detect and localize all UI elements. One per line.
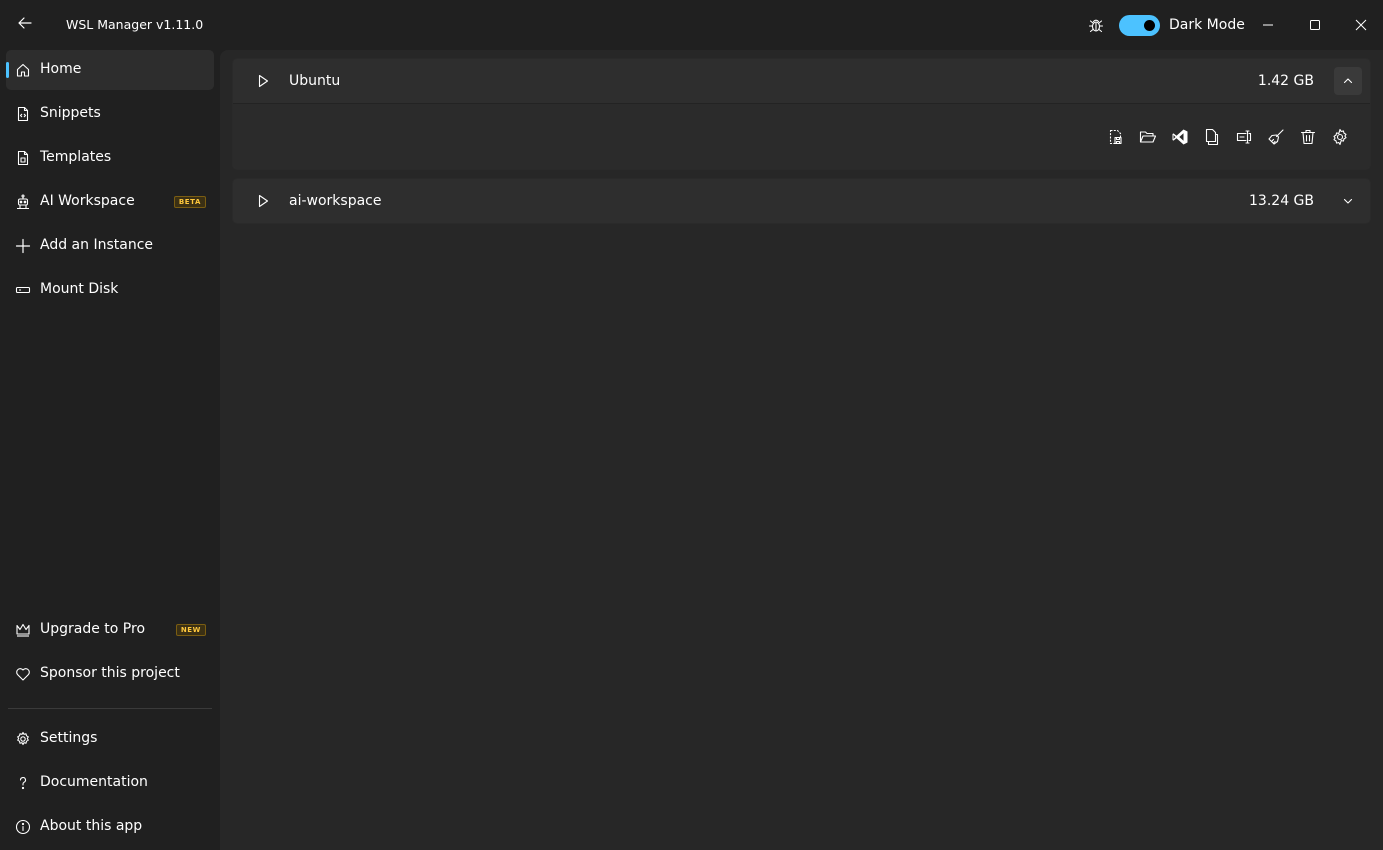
start-instance-button[interactable]: [255, 73, 271, 89]
nav-label: Snippets: [40, 105, 101, 121]
nav-label: Home: [40, 61, 82, 77]
expand-button[interactable]: [1334, 187, 1362, 215]
nav-label: Settings: [40, 730, 98, 746]
cleanup-icon: [1268, 129, 1284, 145]
minimize-icon: [1263, 24, 1273, 26]
nav-label: Mount Disk: [40, 281, 119, 297]
cleanup-button[interactable]: [1266, 127, 1286, 147]
toggle-knob: [1144, 20, 1155, 31]
app-title: WSL Manager v1.11.0: [66, 17, 204, 32]
close-icon: [1355, 19, 1367, 31]
wsl-manager-window: WSL Manager v1.11.0 Dark Mode Home Snipp…: [0, 0, 1383, 850]
nav-item-home[interactable]: Home: [6, 50, 214, 90]
instance-name: ai-workspace: [289, 193, 382, 209]
arrow-left-icon: [18, 17, 32, 29]
new-badge: NEW: [175, 624, 206, 636]
open-folder-icon: [1139, 131, 1157, 143]
instance-header[interactable]: Ubuntu 1.42 GB: [233, 59, 1370, 103]
robot-icon: [15, 194, 31, 210]
disk-icon: [15, 282, 31, 298]
nav-label: Templates: [40, 149, 112, 165]
settings-icon: [1333, 128, 1347, 146]
start-instance-button[interactable]: [255, 193, 271, 209]
heart-icon: [15, 666, 31, 682]
nav-item-ai-workspace[interactable]: AI Workspace BETA: [6, 182, 214, 222]
template-icon: [15, 150, 31, 166]
nav-label: Documentation: [40, 774, 148, 790]
instance-actions: [1106, 127, 1350, 147]
vscode-icon: [1172, 129, 1188, 145]
play-icon: [258, 74, 269, 88]
back-button[interactable]: [8, 8, 42, 38]
nav-item-upgrade[interactable]: Upgrade to Pro NEW: [6, 610, 214, 650]
instance-size: 1.42 GB: [1257, 73, 1314, 89]
gear-icon: [15, 731, 31, 747]
export-icon: [1109, 129, 1122, 145]
instance-header[interactable]: ai-workspace 13.24 GB: [233, 179, 1370, 223]
instance-card-ai-workspace: ai-workspace 13.24 GB: [232, 178, 1371, 224]
export-button[interactable]: [1106, 127, 1126, 147]
nav-item-snippets[interactable]: Snippets: [6, 94, 214, 134]
sidebar: Home Snippets Templates AI Workspace BET…: [0, 50, 220, 850]
minimize-button[interactable]: [1245, 0, 1291, 50]
open-folder-button[interactable]: [1138, 127, 1158, 147]
delete-button[interactable]: [1298, 127, 1318, 147]
instance-card-ubuntu: Ubuntu 1.42 GB: [232, 58, 1371, 170]
bug-report-button[interactable]: [1083, 12, 1109, 38]
close-button[interactable]: [1338, 0, 1383, 50]
title-bar: WSL Manager v1.11.0 Dark Mode: [0, 0, 1383, 50]
dark-mode-label: Dark Mode: [1169, 17, 1245, 33]
copy-icon: [1205, 128, 1219, 146]
nav-label: About this app: [40, 818, 143, 834]
snippet-icon: [15, 106, 31, 122]
rename-button[interactable]: [1234, 127, 1254, 147]
nav-item-mount-disk[interactable]: Mount Disk: [6, 270, 214, 310]
delete-icon: [1300, 129, 1316, 145]
nav-divider: [8, 708, 212, 709]
nav-item-settings[interactable]: Settings: [6, 719, 214, 759]
question-icon: [15, 775, 31, 791]
nav-item-documentation[interactable]: Documentation: [6, 763, 214, 803]
chevron-up-icon: [1343, 78, 1353, 84]
instance-name: Ubuntu: [289, 73, 341, 89]
instance-settings-button[interactable]: [1330, 127, 1350, 147]
instance-list: Ubuntu 1.42 GB ai-workspace 13.24 GB: [220, 50, 1383, 850]
home-icon: [15, 62, 31, 78]
info-icon: [15, 819, 31, 835]
nav-label: Upgrade to Pro: [40, 621, 146, 637]
instance-actions-panel: [233, 103, 1370, 169]
nav-item-add-instance[interactable]: Add an Instance: [6, 226, 214, 266]
maximize-button[interactable]: [1292, 0, 1338, 50]
nav-item-sponsor[interactable]: Sponsor this project: [6, 654, 214, 694]
bug-icon: [1088, 19, 1104, 33]
copy-button[interactable]: [1202, 127, 1222, 147]
crown-icon: [15, 622, 31, 638]
nav-label: AI Workspace: [40, 193, 135, 209]
nav-label: Add an Instance: [40, 237, 154, 253]
chevron-down-icon: [1343, 198, 1353, 204]
collapse-button[interactable]: [1334, 67, 1362, 95]
dark-mode-toggle[interactable]: [1119, 15, 1160, 36]
rename-icon: [1236, 130, 1252, 144]
open-vscode-button[interactable]: [1170, 127, 1190, 147]
instance-size: 13.24 GB: [1249, 193, 1314, 209]
nav-item-templates[interactable]: Templates: [6, 138, 214, 178]
plus-icon: [15, 238, 31, 254]
maximize-icon: [1310, 20, 1320, 30]
beta-badge: BETA: [173, 196, 206, 208]
nav-item-about[interactable]: About this app: [6, 807, 214, 847]
play-icon: [258, 194, 269, 208]
nav-label: Sponsor this project: [40, 665, 180, 681]
